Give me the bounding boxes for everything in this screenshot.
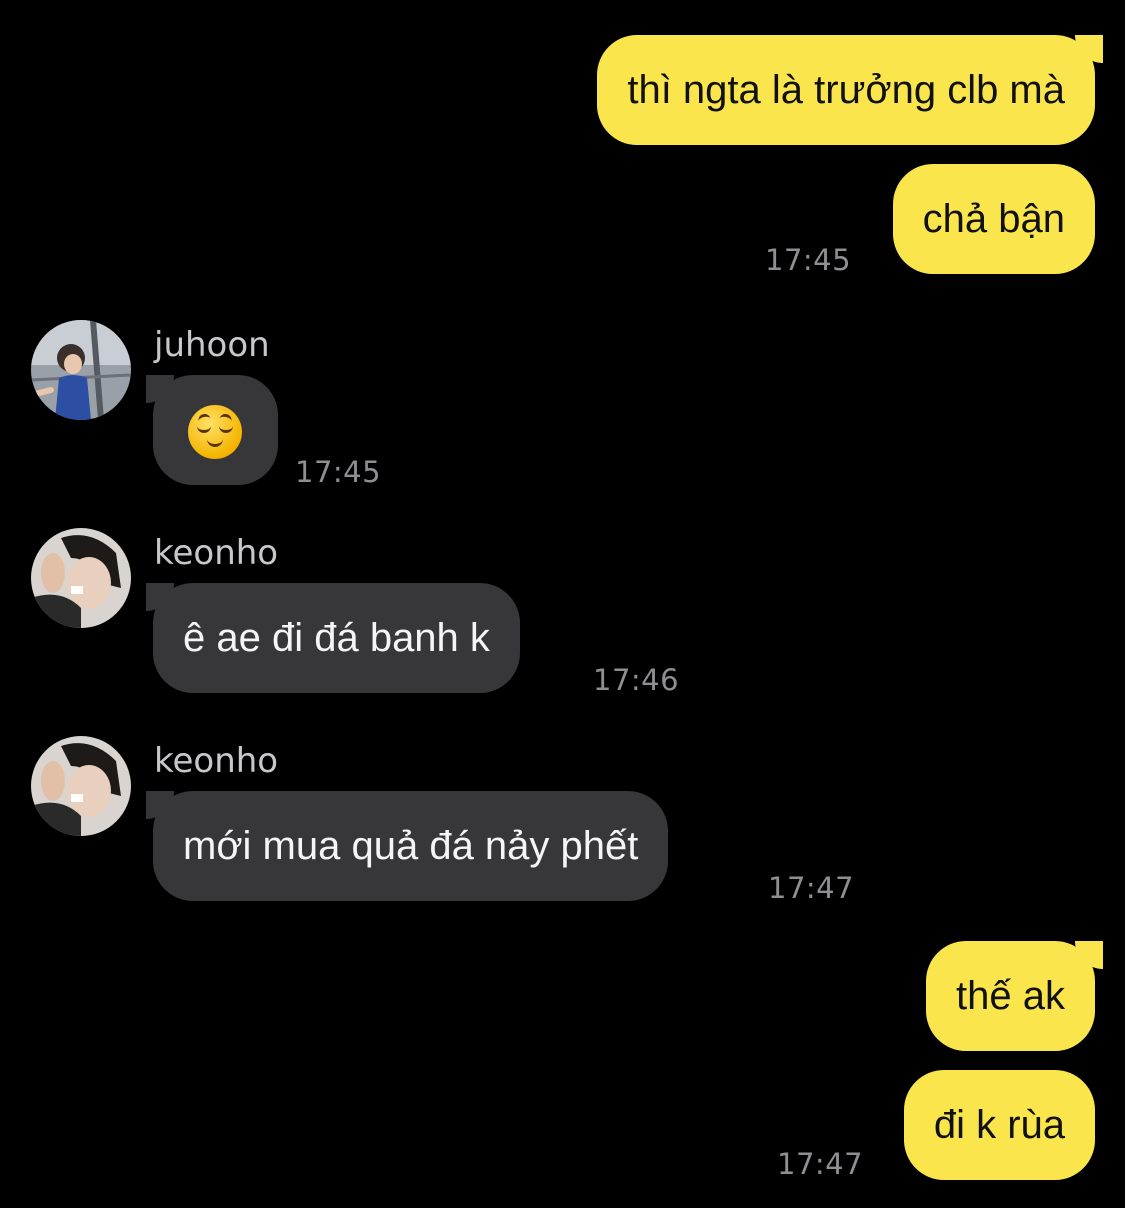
message-text: thế ak bbox=[956, 974, 1065, 1018]
message-timestamp: 17:47 bbox=[768, 871, 855, 905]
outgoing-message-bubble[interactable]: đi k rùa bbox=[903, 1070, 1095, 1180]
avatar-image bbox=[31, 320, 131, 420]
incoming-message-bubble[interactable]: ê ae đi đá banh k bbox=[153, 583, 520, 693]
avatar-keonho[interactable] bbox=[31, 528, 131, 628]
incoming-message-bubble[interactable]: mới mua quả đá nảy phết bbox=[153, 791, 669, 901]
sender-name: juhoon bbox=[154, 325, 270, 365]
sender-name: keonho bbox=[154, 533, 279, 573]
chat-view: thì ngta là trưởng clb mà chả bận 17:45 … bbox=[0, 0, 1125, 1208]
sender-name: keonho bbox=[154, 741, 279, 781]
outgoing-message-bubble[interactable]: chả bận bbox=[892, 164, 1095, 274]
incoming-message-bubble[interactable] bbox=[153, 375, 278, 485]
relieved-face-icon bbox=[188, 405, 242, 460]
avatar-keonho[interactable] bbox=[31, 736, 131, 836]
message-text: chả bận bbox=[922, 197, 1065, 241]
avatar-image bbox=[31, 736, 131, 836]
message-timestamp: 17:46 bbox=[593, 663, 680, 697]
message-timestamp: 17:47 bbox=[777, 1147, 864, 1181]
outgoing-message-bubble[interactable]: thì ngta là trưởng clb mà bbox=[597, 35, 1095, 145]
message-text: thì ngta là trưởng clb mà bbox=[627, 68, 1065, 112]
outgoing-message-bubble[interactable]: thế ak bbox=[926, 941, 1095, 1051]
avatar-juhoon[interactable] bbox=[31, 320, 131, 420]
message-text: mới mua quả đá nảy phết bbox=[183, 824, 639, 868]
message-text: ê ae đi đá banh k bbox=[183, 616, 490, 660]
message-text: đi k rùa bbox=[933, 1103, 1065, 1147]
message-timestamp: 17:45 bbox=[295, 455, 382, 489]
avatar-image bbox=[31, 528, 131, 628]
message-timestamp: 17:45 bbox=[765, 243, 852, 277]
